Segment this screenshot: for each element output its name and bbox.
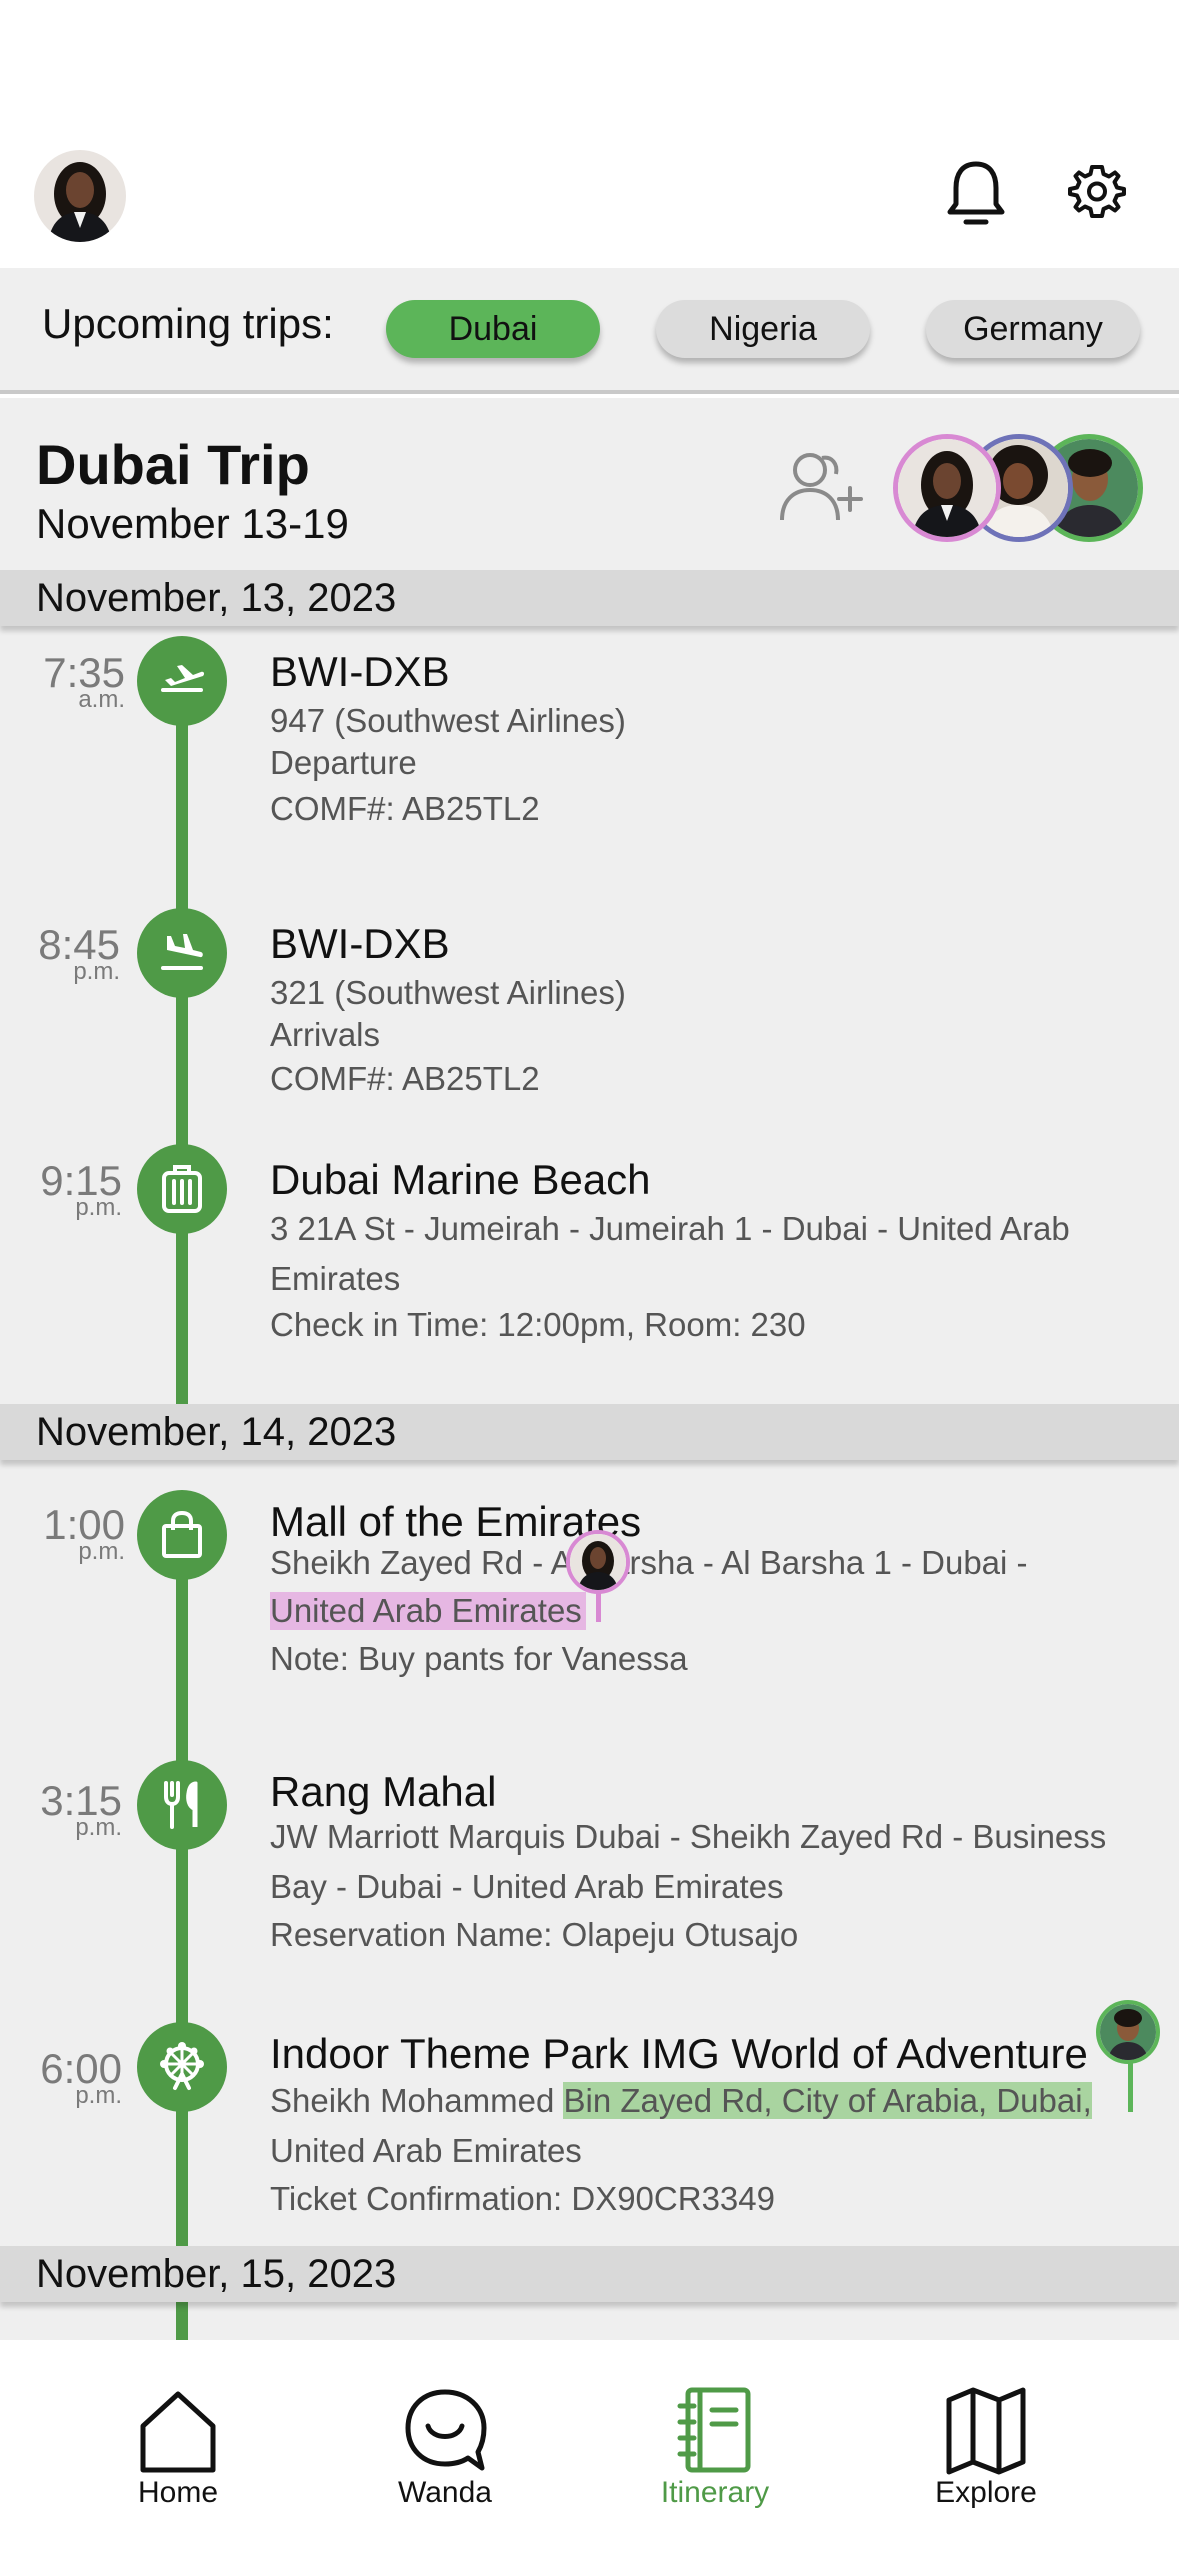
event-ampm: p.m. [75,2082,122,2109]
event-detail: Ticket Confirmation: DX90CR3349 [270,2180,775,2217]
highlighted-text-comment[interactable]: United Arab Emirates [270,1592,586,1630]
event-ampm: p.m. [73,958,120,985]
shopping-bag-icon [137,1490,227,1580]
event-ampm: p.m. [75,1194,122,1221]
nav-home[interactable]: Home [88,2386,268,2510]
event-detail-line: Sheikh Mohammed Bin Zayed Rd, City of Ar… [270,2082,1092,2120]
event-detail: Sheikh Zayed Rd - Al Barsha - Al Barsha … [270,1544,1028,1581]
trip-pill-dubai[interactable]: Dubai [386,300,600,358]
day-header: November, 14, 2023 [0,1404,1179,1460]
upcoming-trips-bar: Upcoming trips: Dubai Nigeria Germany [0,268,1179,394]
top-header [0,0,1179,268]
event-detail: Note: Buy pants for Vanessa [270,1640,688,1677]
nav-itinerary[interactable]: Itinerary [625,2386,805,2510]
event-title: Rang Mahal [270,1768,497,1815]
chat-bubble-icon [405,2389,487,2471]
event-detail: United Arab Emirates [270,2132,582,2169]
comment-avatar[interactable] [1096,2000,1160,2064]
event-title: BWI-DXB [270,920,450,967]
nav-label: Itinerary [660,2476,770,2509]
event-detail: 3 21A St - Jumeirah - Jumeirah 1 - Dubai… [270,1210,1070,1247]
user-avatar[interactable] [34,150,126,242]
event-item[interactable]: 6:00 p.m. Indoor Theme Park IMG World of… [0,2022,1179,2268]
luggage-icon [137,1144,227,1234]
plane-landing-icon [137,908,227,998]
upcoming-trips-label: Upcoming trips: [42,300,334,347]
event-ampm: p.m. [78,1538,125,1565]
plane-takeoff-icon [137,636,227,726]
nav-label: Home [137,2476,219,2509]
itinerary-list[interactable]: November, 13, 2023 7:35 a.m. BWI-DXB 947… [0,570,1179,2340]
event-detail: Arrivals [270,1016,381,1053]
event-detail: Reservation Name: Olapeju Otusajo [270,1916,799,1953]
bottom-navigation: Home Wanda Itinerary Explore [0,2340,1179,2556]
event-detail: Sheikh Mohammed [270,2082,564,2119]
event-detail: Departure [270,744,417,781]
event-detail: JW Marriott Marquis Dubai - Sheikh Zayed… [270,1818,1107,1855]
event-title: Indoor Theme Park IMG World of Adventure [270,2030,1088,2077]
ferris-wheel-icon [137,2022,227,2112]
event-detail: 321 (Southwest Airlines) [270,974,626,1011]
add-user-icon[interactable] [776,448,868,524]
comment-avatar[interactable] [566,1530,630,1594]
event-ampm: p.m. [75,1814,122,1841]
event-title: BWI-DXB [270,648,450,695]
event-title: Dubai Marine Beach [270,1156,651,1203]
event-detail: Check in Time: 12:00pm, Room: 230 [270,1306,806,1343]
day-header: November, 13, 2023 [0,570,1179,626]
trip-pill-germany[interactable]: Germany [926,300,1140,358]
nav-label: Explore [935,2476,1037,2509]
event-item[interactable]: 9:15 p.m. Dubai Marine Beach 3 21A St - … [0,1144,1179,1400]
restaurant-icon [137,1760,227,1850]
trip-pill-nigeria[interactable]: Nigeria [656,300,870,358]
timeline-line-day3 [176,2302,188,2340]
notebook-icon [677,2387,751,2473]
traveler-avatar-1[interactable] [893,434,1001,542]
event-detail: 947 (Southwest Airlines) [270,702,626,739]
trip-dates: November 13-19 [36,500,349,547]
nav-label: Wanda [398,2476,492,2509]
event-ampm: a.m. [78,686,125,713]
trip-title: Dubai Trip [36,433,310,496]
nav-explore[interactable]: Explore [896,2386,1076,2510]
map-icon [946,2387,1026,2475]
highlighted-text-comment[interactable]: Bin Zayed Rd, City of Arabia, Dubai, [563,2082,1092,2119]
day-header: November, 15, 2023 [0,2246,1179,2302]
event-detail: COMF#: AB25TL2 [270,790,540,827]
event-item[interactable]: 7:35 a.m. BWI-DXB 947 (Southwest Airline… [0,636,1179,880]
gear-icon[interactable] [1068,163,1126,221]
event-item[interactable]: 8:45 p.m. BWI-DXB 321 (Southwest Airline… [0,908,1179,1152]
bell-icon[interactable] [944,158,1008,230]
home-icon [140,2391,216,2473]
event-detail: Bay - Dubai - United Arab Emirates [270,1868,784,1905]
trip-header: Dubai Trip November 13-19 [0,398,1179,570]
event-detail: COMF#: AB25TL2 [270,1060,540,1097]
event-item[interactable]: 3:15 p.m. Rang Mahal JW Marriott Marquis… [0,1760,1179,2008]
nav-wanda[interactable]: Wanda [355,2386,535,2510]
event-detail: Emirates [270,1260,401,1297]
